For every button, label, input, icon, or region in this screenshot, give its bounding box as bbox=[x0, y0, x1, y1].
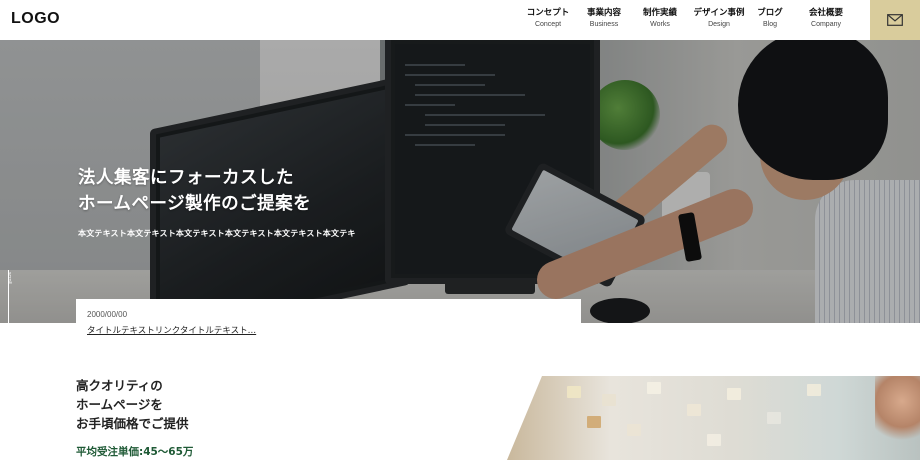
logo[interactable]: LOGO bbox=[11, 10, 60, 28]
nav-label-en: Company bbox=[811, 21, 841, 28]
nav-label-jp: ブログ bbox=[757, 8, 783, 18]
nav-label-jp: 事業内容 bbox=[586, 8, 621, 18]
nav-item-design[interactable]: デザイン事例 Design bbox=[688, 8, 750, 31]
news-date: 2000/00/00 bbox=[87, 310, 128, 319]
nav-item-concept[interactable]: コンセプト Concept bbox=[520, 8, 576, 31]
section-heading-line: お手頃価格でご提供 bbox=[76, 416, 189, 431]
news-title-link[interactable]: タイトルテキストリンクタイトルテキスト… bbox=[87, 324, 581, 336]
nav-label-en: Blog bbox=[762, 21, 777, 28]
hero-section: 法人集客にフォーカスした ホームページ製作のご提案を 本文テキスト本文テキスト本… bbox=[0, 40, 920, 323]
hero-title: 法人集客にフォーカスした ホームページ製作のご提案を bbox=[78, 165, 311, 217]
nav-label-jp: コンセプト bbox=[526, 8, 570, 18]
nav-item-blog[interactable]: ブログ Blog bbox=[750, 8, 790, 31]
hero-subtitle: 本文テキスト本文テキスト本文テキスト本文テキスト本文テキスト本文テキ bbox=[78, 229, 356, 238]
section-photo bbox=[507, 376, 920, 460]
nav-label-en: Concept bbox=[534, 21, 562, 28]
hero-title-line: 法人集客にフォーカスした bbox=[78, 168, 294, 188]
nav-label-jp: デザイン事例 bbox=[693, 8, 745, 18]
nav-item-company[interactable]: 会社概要 Company bbox=[790, 8, 862, 31]
nav-label-jp: 制作実績 bbox=[642, 8, 677, 18]
nav-label-en: Business bbox=[589, 21, 619, 28]
site-header: LOGO コンセプト Concept 事業内容 Business 制作実績 Wo… bbox=[0, 0, 920, 40]
section-heading-line: ホームページを bbox=[76, 397, 163, 412]
main-nav: コンセプト Concept 事業内容 Business 制作実績 Works デ… bbox=[520, 8, 862, 31]
envelope-icon bbox=[887, 14, 903, 26]
nav-item-works[interactable]: 制作実績 Works bbox=[632, 8, 688, 31]
contact-button[interactable] bbox=[870, 0, 920, 40]
news-card[interactable]: 2000/00/00 タイトルテキストリンクタイトルテキスト… bbox=[76, 299, 581, 344]
nav-label-jp: 会社概要 bbox=[808, 8, 843, 18]
section-heading: 高クオリティの ホームページを お手頃価格でご提供 bbox=[76, 376, 189, 433]
price-text: 平均受注単価:45〜65万 bbox=[76, 446, 194, 458]
nav-item-business[interactable]: 事業内容 Business bbox=[576, 8, 632, 31]
hero-title-line: ホームページ製作のご提案を bbox=[78, 194, 312, 214]
nav-label-en: Works bbox=[650, 21, 670, 28]
section-heading-line: 高クオリティの bbox=[76, 378, 163, 393]
nav-label-en: Design bbox=[708, 21, 730, 28]
scroll-label: scroll bbox=[6, 272, 12, 284]
